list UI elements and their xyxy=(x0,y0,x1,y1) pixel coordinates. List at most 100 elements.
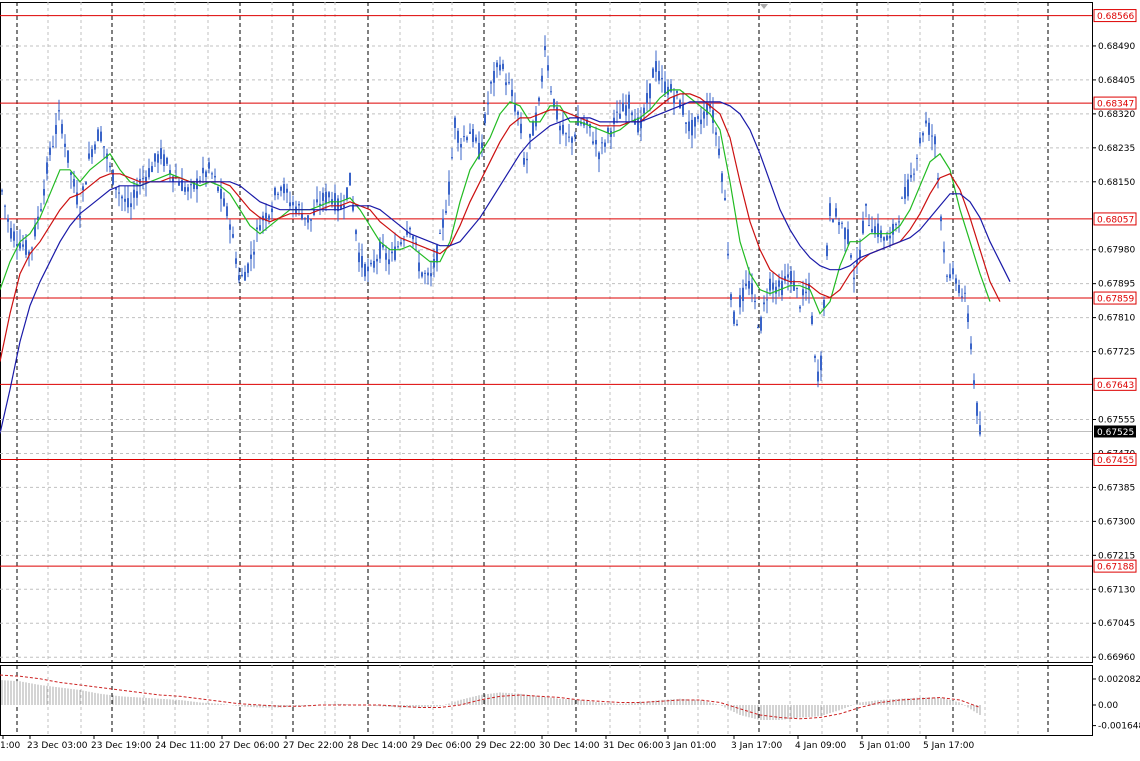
candle-body xyxy=(67,150,69,163)
candle-body xyxy=(307,215,309,223)
time-tick-label: 3 Jan 17:00 xyxy=(731,741,783,751)
candle-body xyxy=(961,296,963,298)
time-tick-label: 5 Jan 01:00 xyxy=(859,741,911,751)
candle-body xyxy=(316,199,318,203)
candle-body xyxy=(502,63,504,70)
candle-body xyxy=(13,231,15,241)
price-tick-label: 0.68320 xyxy=(1098,110,1135,120)
moving-average-fast xyxy=(0,89,991,315)
price-tick-label: 0.67725 xyxy=(1098,348,1135,358)
candle-body xyxy=(622,102,624,111)
candle-body xyxy=(865,203,867,206)
candle-body xyxy=(223,198,225,206)
candle-body xyxy=(778,280,780,287)
current-price-label: 0.67525 xyxy=(1097,428,1134,438)
candle-body xyxy=(442,218,444,228)
shift-marker xyxy=(760,4,768,9)
candle-body xyxy=(925,120,927,124)
candle-body xyxy=(565,133,567,135)
candle-body xyxy=(613,117,615,124)
price-panel[interactable]: 0.68490 0.68405 0.68320 0.68235 0.68150 0.679… xyxy=(0,2,1137,663)
time-tick-label: 29 Dec 06:00 xyxy=(411,741,472,751)
candle-body xyxy=(562,124,564,134)
candle-body xyxy=(310,218,312,221)
candle-body xyxy=(328,192,330,198)
chart-canvas[interactable]: 0.68490 0.68405 0.68320 0.68235 0.68150 0.679… xyxy=(0,0,1140,757)
moving-average-medium xyxy=(0,93,1001,362)
candle-body xyxy=(355,230,357,235)
candle-body xyxy=(100,131,102,142)
candle-body xyxy=(439,233,441,235)
candle-body xyxy=(640,117,642,129)
candle-body xyxy=(385,253,387,260)
candle-body xyxy=(721,173,723,182)
candle-body xyxy=(526,158,528,161)
candle-body xyxy=(823,299,825,309)
candle-body xyxy=(127,198,129,208)
candle-body xyxy=(142,178,144,180)
candle-body xyxy=(598,152,600,160)
candle-body xyxy=(973,380,975,385)
candle-body xyxy=(472,129,474,142)
candle-body xyxy=(532,121,534,136)
candle-body xyxy=(556,107,558,120)
candle-body xyxy=(466,137,468,141)
candle-body xyxy=(184,187,186,192)
osc-tick-label: -0.001648 xyxy=(1098,722,1140,732)
candle-body xyxy=(664,81,666,94)
candle-body xyxy=(250,254,252,259)
candle-body xyxy=(871,229,873,233)
candle-body xyxy=(649,83,651,99)
candle-body xyxy=(688,121,690,132)
osc-tick-label: 0.00 xyxy=(1098,701,1118,711)
candle-body xyxy=(238,275,240,281)
candle-body xyxy=(655,61,657,72)
candle-body xyxy=(121,196,123,199)
candle-body xyxy=(814,355,816,359)
candle-body xyxy=(799,306,801,309)
candle-body xyxy=(292,202,294,206)
candle-body xyxy=(277,193,279,195)
price-tick-label: 0.68235 xyxy=(1098,144,1135,154)
candle-body xyxy=(544,45,546,51)
candle-body xyxy=(232,234,234,238)
candle-body xyxy=(895,223,897,226)
candle-body xyxy=(772,282,774,290)
candle-body xyxy=(496,62,498,68)
candle-body xyxy=(394,246,396,260)
candle-body xyxy=(229,224,231,230)
candle-body xyxy=(391,251,393,254)
candle-body xyxy=(514,104,516,112)
candle-body xyxy=(454,117,456,128)
candle-body xyxy=(4,205,6,207)
candle-body xyxy=(625,105,627,116)
candle-body xyxy=(400,242,402,245)
candle-body xyxy=(409,227,411,230)
candle-body xyxy=(217,186,219,192)
candle-body xyxy=(658,71,660,81)
candle-body xyxy=(517,111,519,115)
candle-body xyxy=(652,68,654,78)
candle-body xyxy=(109,165,111,168)
time-tick-label: 23 Dec 03:00 xyxy=(27,741,88,751)
candle-body xyxy=(595,139,597,145)
candle-body xyxy=(748,280,750,289)
candle-body xyxy=(946,275,948,277)
level-label: 0.67859 xyxy=(1097,295,1134,305)
trading-chart[interactable]: 0.68490 0.68405 0.68320 0.68235 0.68150 0.679… xyxy=(0,0,1140,757)
candle-body xyxy=(877,223,879,237)
price-tick-label: 0.68150 xyxy=(1098,178,1135,188)
candle-body xyxy=(607,127,609,133)
candle-body xyxy=(448,181,450,195)
candle-body xyxy=(235,258,237,264)
candle-body xyxy=(943,249,945,253)
candle-body xyxy=(892,223,894,235)
candle-body xyxy=(244,271,246,281)
candle-body xyxy=(538,97,540,102)
oscillator-panel[interactable]: 0.002082 0.00 -0.001648 xyxy=(0,665,1140,736)
candle-body xyxy=(700,119,702,125)
candle-body xyxy=(697,116,699,119)
price-tick-label: 0.67810 xyxy=(1098,314,1135,324)
candle-body xyxy=(46,162,48,174)
candle-body xyxy=(136,191,138,198)
